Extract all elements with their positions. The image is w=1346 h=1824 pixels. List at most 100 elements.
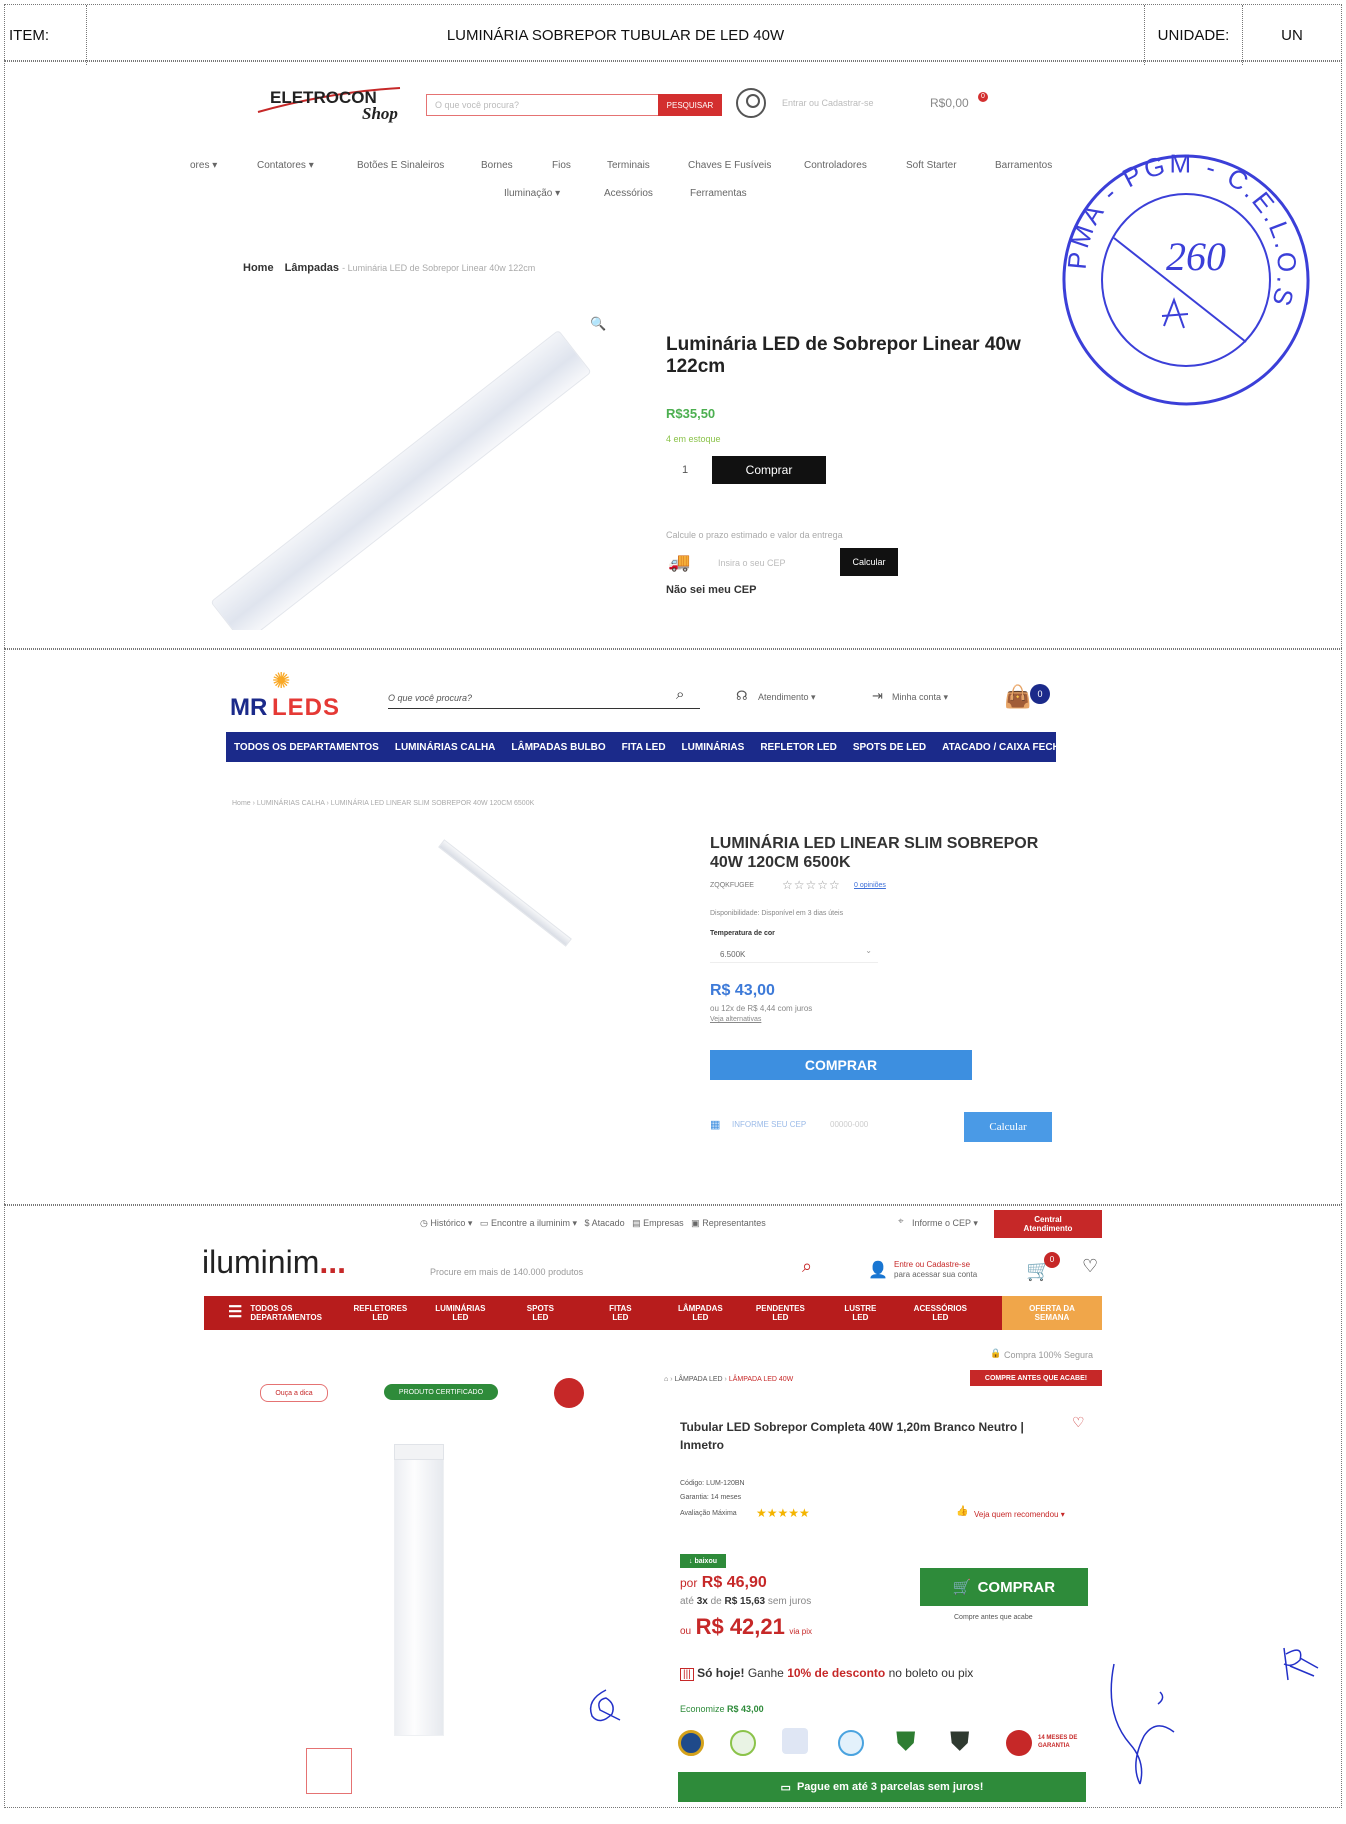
offer-button[interactable]: OFERTA DA SEMANA: [1002, 1296, 1102, 1330]
thumb-up-icon: 👍: [956, 1506, 969, 1517]
breadcrumb-home[interactable]: Home: [243, 262, 274, 274]
il-nav-item[interactable]: REFLETORES LED: [340, 1304, 420, 1322]
mr-nav-item[interactable]: TODOS OS DEPARTAMENTOS: [234, 742, 379, 753]
il-top-link[interactable]: Atacado: [592, 1218, 625, 1228]
il-top-link[interactable]: Empresas: [643, 1218, 684, 1228]
mr-breadcrumb: Home › LUMINÁRIAS CALHA › LUMINÁRIA LED …: [232, 800, 535, 807]
mr-nav-item[interactable]: SPOTS DE LED: [853, 742, 926, 753]
mr-nav-item[interactable]: REFLETOR LED: [760, 742, 836, 753]
calc-button[interactable]: Calcular: [840, 548, 898, 576]
search-icon[interactable]: ⌕: [802, 1256, 812, 1277]
recommend-link[interactable]: Veja quem recomendou ▾: [974, 1510, 1065, 1519]
home-icon[interactable]: ⌂: [664, 1376, 668, 1383]
il-product-image[interactable]: [394, 1444, 444, 1736]
menu-item[interactable]: ores ▾: [190, 160, 217, 171]
certified-badge: PRODUTO CERTIFICADO: [384, 1384, 498, 1400]
il-product-title: Tubular LED Sobrepor Completa 40W 1,20m …: [680, 1420, 1024, 1452]
menu-item[interactable]: Ferramentas: [690, 188, 747, 199]
il-installments: até 3x de R$ 15,63 sem juros: [680, 1596, 812, 1607]
logo-mr: MR: [230, 694, 268, 721]
il-nav-item[interactable]: SPOTS LED: [500, 1304, 580, 1322]
mr-buy-button[interactable]: COMPRAR: [710, 1050, 972, 1080]
cart-total[interactable]: R$0,00: [930, 96, 969, 110]
menu-item[interactable]: Botões E Sinaleiros: [357, 160, 444, 171]
il-search-input[interactable]: Procure em mais de 140.000 produtos: [430, 1262, 820, 1280]
mr-nav-item[interactable]: LUMINÁRIAS: [682, 742, 745, 753]
account-link[interactable]: Minha conta ▾: [892, 692, 948, 703]
product-image[interactable]: [200, 310, 600, 630]
menu-item[interactable]: Chaves E Fusíveis: [688, 160, 771, 171]
cep-input[interactable]: Insira o seu CEP: [718, 558, 786, 568]
temp-select[interactable]: 6.500K ⌄: [710, 944, 878, 963]
listen-button[interactable]: Ouça a dica: [260, 1384, 328, 1402]
initial-signature-icon: [589, 1689, 621, 1722]
building-icon: ▤: [632, 1218, 641, 1228]
il-top-link[interactable]: Histórico ▾: [430, 1218, 472, 1228]
favorite-icon[interactable]: ♡: [1072, 1414, 1085, 1431]
tube-lamp-shape: [210, 329, 592, 630]
il-account-line1[interactable]: Entre ou Cadastre-se: [894, 1260, 970, 1269]
thumbnail[interactable]: [306, 1748, 352, 1794]
support-link[interactable]: Atendimento ▾: [758, 692, 816, 703]
central-button[interactable]: Central Atendimento: [994, 1210, 1102, 1238]
il-top-link[interactable]: Encontre a iluminim ▾: [491, 1218, 577, 1228]
menu-item[interactable]: Acessórios: [604, 188, 653, 199]
account-link[interactable]: Entrar ou Cadastrar-se: [782, 98, 874, 108]
availability: Disponibilidade: Disponível em 3 dias út…: [710, 910, 844, 917]
mr-nav-item[interactable]: FITA LED: [622, 742, 666, 753]
no-cep-link[interactable]: Não sei meu CEP: [666, 584, 756, 596]
il-breadcrumb-a[interactable]: LÂMPADA LED: [674, 1376, 722, 1383]
unit-value: UN: [1281, 26, 1303, 44]
il-nav-item[interactable]: PENDENTES LED: [740, 1304, 820, 1322]
breadcrumb-category[interactable]: Lâmpadas: [285, 262, 339, 274]
menu-item[interactable]: Barramentos: [995, 160, 1052, 171]
stamp: PMA - PGM - C.E.L.O.S 260: [1046, 130, 1316, 406]
il-logo[interactable]: iluminim...: [202, 1244, 346, 1281]
eletrocon-logo[interactable]: ELETROCON Shop: [250, 82, 410, 130]
reviews-link[interactable]: 0 opiniões: [854, 882, 886, 889]
mr-search-input[interactable]: O que você procura?: [388, 688, 700, 709]
zoom-icon[interactable]: 🔍: [590, 316, 606, 332]
buy-button[interactable]: Comprar: [712, 456, 826, 484]
il-nav-item[interactable]: FITAS LED: [580, 1304, 660, 1322]
menu-item[interactable]: Bornes: [481, 160, 513, 171]
pay-bar[interactable]: ▭ Pague em até 3 parcelas sem juros!: [678, 1772, 1086, 1802]
il-nav-item[interactable]: TODOS OS DEPARTAMENTOS: [250, 1304, 340, 1322]
thumbnail[interactable]: [474, 1748, 518, 1792]
menu-item[interactable]: Fios: [552, 160, 571, 171]
il-warranty: Garantia: 14 meses: [680, 1494, 742, 1501]
il-nav-item[interactable]: LUSTRE LED: [820, 1304, 900, 1322]
menu-item[interactable]: Iluminação ▾: [504, 188, 560, 199]
il-nav-item[interactable]: ACESSÓRIOS LED: [900, 1304, 980, 1322]
il-breadcrumb-b[interactable]: LÂMPADA LED 40W: [729, 1376, 793, 1383]
il-buy-button[interactable]: 🛒 COMPRAR: [920, 1568, 1088, 1606]
mr-nav-item[interactable]: LÂMPADAS BULBO: [511, 742, 605, 753]
mr-nav-item[interactable]: LUMINÁRIAS CALHA: [395, 742, 496, 753]
rating-stars-icon: ★★★★★: [756, 1506, 810, 1520]
heart-icon[interactable]: ♡: [1082, 1256, 1098, 1277]
il-top-link[interactable]: Representantes: [702, 1218, 766, 1228]
il-nav-item[interactable]: LÂMPADAS LED: [660, 1304, 740, 1322]
il-nav-item[interactable]: LUMINÁRIAS LED: [420, 1304, 500, 1322]
menu-icon: ☰: [228, 1304, 243, 1321]
menu-item[interactable]: Contatores ▾: [257, 160, 314, 171]
more-options-link[interactable]: Veja alternativas: [710, 1016, 761, 1023]
search-input[interactable]: O que você procura?: [426, 94, 659, 116]
mr-product-image[interactable]: [430, 839, 580, 950]
thumbnail[interactable]: [362, 1748, 406, 1792]
menu-item[interactable]: Controladores: [804, 160, 867, 171]
quantity-input[interactable]: 1: [682, 464, 688, 476]
menu-item[interactable]: Terminais: [607, 160, 650, 171]
menu-item[interactable]: Soft Starter: [906, 160, 957, 171]
user-icon[interactable]: [736, 88, 766, 118]
mr-cep-input[interactable]: 00000-000: [830, 1120, 868, 1129]
il-cep-link[interactable]: Informe o CEP ▾: [912, 1218, 978, 1229]
mrleds-logo[interactable]: ✺ MR LEDS: [230, 668, 360, 730]
thumbnail[interactable]: [418, 1748, 462, 1792]
mr-calc-button[interactable]: Calcular: [964, 1112, 1052, 1142]
seal-icon: [678, 1730, 704, 1756]
bag-icon[interactable]: 👜: [1004, 684, 1031, 710]
search-icon[interactable]: ⌕: [676, 686, 684, 703]
mr-nav-item[interactable]: ATACADO / CAIXA FECHADA: [942, 742, 1081, 753]
search-button[interactable]: PESQUISAR: [658, 94, 722, 116]
